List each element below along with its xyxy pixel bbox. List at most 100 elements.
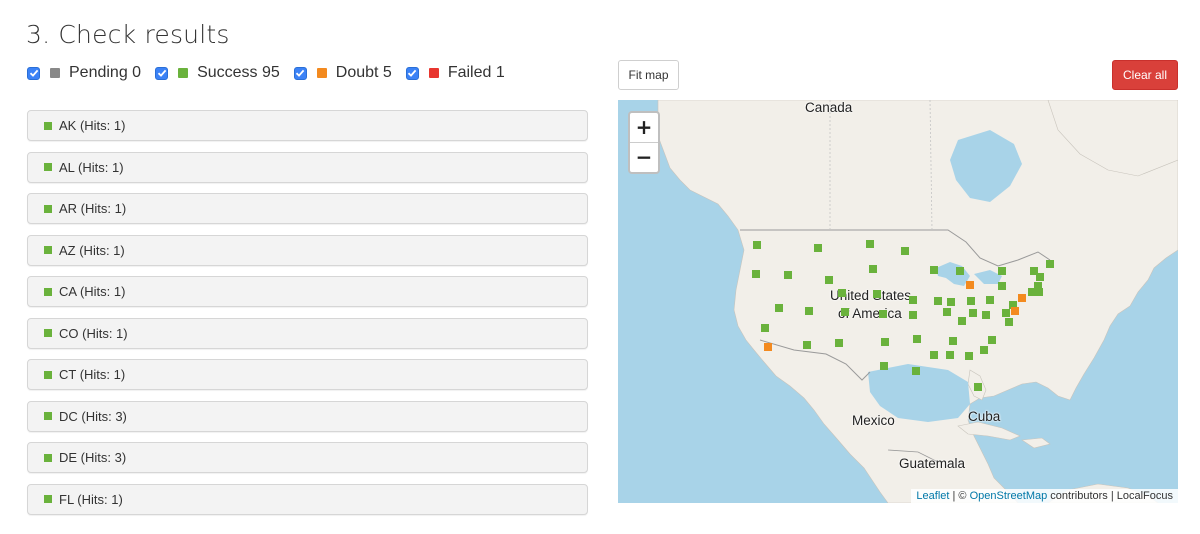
map-marker-success[interactable] — [879, 310, 887, 318]
leaflet-link[interactable]: Leaflet — [916, 490, 949, 502]
map-marker-success[interactable] — [761, 324, 769, 332]
result-label: DC (Hits: 3) — [59, 408, 127, 424]
openstreetmap-link[interactable]: OpenStreetMap — [970, 490, 1048, 502]
result-item-co[interactable]: CO (Hits: 1) — [27, 317, 588, 349]
result-label: AZ (Hits: 1) — [59, 242, 125, 258]
success-dot-icon — [44, 163, 52, 171]
map-marker-doubt[interactable] — [1011, 307, 1019, 315]
map-marker-success[interactable] — [998, 267, 1006, 275]
map-marker-success[interactable] — [965, 352, 973, 360]
results-map[interactable]: + − Canada United States of America Mexi… — [618, 100, 1178, 503]
map-marker-success[interactable] — [881, 338, 889, 346]
map-marker-success[interactable] — [775, 304, 783, 312]
map-marker-success[interactable] — [1002, 309, 1010, 317]
map-marker-success[interactable] — [956, 267, 964, 275]
map-marker-success[interactable] — [753, 241, 761, 249]
map-marker-success[interactable] — [969, 309, 977, 317]
map-marker-success[interactable] — [1036, 273, 1044, 281]
result-item-ca[interactable]: CA (Hits: 1) — [27, 276, 588, 307]
map-marker-success[interactable] — [949, 337, 957, 345]
map-marker-success[interactable] — [913, 335, 921, 343]
result-item-fl[interactable]: FL (Hits: 1) — [27, 483, 588, 515]
map-marker-success[interactable] — [986, 296, 994, 304]
doubt-checkbox[interactable] — [293, 66, 307, 80]
map-marker-success[interactable] — [930, 266, 938, 274]
map-marker-success[interactable] — [835, 339, 843, 347]
map-marker-success[interactable] — [1005, 318, 1013, 326]
map-marker-success[interactable] — [998, 282, 1006, 290]
results-list: AK (Hits: 1) AL (Hits: 1) AR (Hits: 1) A… — [27, 110, 588, 525]
map-marker-success[interactable] — [1035, 288, 1043, 296]
failed-swatch — [428, 68, 439, 78]
result-label: CA (Hits: 1) — [59, 284, 126, 299]
fit-map-button[interactable]: Fit map — [618, 60, 679, 90]
map-marker-success[interactable] — [980, 346, 988, 354]
success-dot-icon — [44, 329, 52, 337]
filter-success[interactable]: Success 95 — [155, 64, 280, 82]
success-dot-icon — [44, 204, 52, 213]
map-marker-success[interactable] — [814, 244, 822, 252]
page-title: 3. Check results — [26, 20, 230, 49]
success-dot-icon — [44, 246, 52, 254]
map-marker-success[interactable] — [805, 307, 813, 315]
result-label: CO (Hits: 1) — [59, 325, 128, 341]
map-marker-success[interactable] — [958, 317, 966, 325]
map-marker-success[interactable] — [974, 383, 982, 391]
map-marker-success[interactable] — [873, 290, 881, 298]
failed-checkbox[interactable] — [405, 66, 419, 80]
map-marker-success[interactable] — [752, 270, 760, 278]
pending-swatch — [50, 68, 60, 78]
map-marker-success[interactable] — [967, 297, 975, 305]
result-label: DE (Hits: 3) — [59, 450, 127, 465]
map-marker-doubt[interactable] — [966, 281, 974, 289]
map-marker-success[interactable] — [803, 341, 811, 349]
result-item-de[interactable]: DE (Hits: 3) — [27, 442, 588, 473]
filter-pending-label: Pending 0 — [69, 64, 142, 81]
map-marker-success[interactable] — [869, 265, 877, 273]
success-dot-icon — [44, 412, 52, 420]
zoom-in-button[interactable]: + — [630, 113, 658, 143]
pending-checkbox[interactable] — [27, 66, 40, 80]
map-marker-success[interactable] — [930, 351, 938, 359]
result-item-ct[interactable]: CT (Hits: 1) — [27, 359, 588, 390]
success-dot-icon — [44, 370, 52, 379]
map-marker-success[interactable] — [841, 308, 849, 316]
filter-pending[interactable]: Pending 0 — [27, 64, 141, 82]
map-attribution: Leaflet | © OpenStreetMap contributors |… — [911, 489, 1178, 503]
zoom-out-button[interactable]: − — [630, 143, 658, 173]
result-item-ak[interactable]: AK (Hits: 1) — [27, 110, 588, 141]
map-marker-success[interactable] — [880, 362, 888, 370]
result-item-ar[interactable]: AR (Hits: 1) — [27, 193, 588, 224]
map-marker-success[interactable] — [946, 351, 954, 359]
filter-failed[interactable]: Failed 1 — [405, 64, 505, 82]
map-marker-success[interactable] — [784, 271, 792, 279]
map-marker-success[interactable] — [988, 336, 996, 344]
map-marker-success[interactable] — [943, 308, 951, 316]
result-item-az[interactable]: AZ (Hits: 1) — [27, 234, 588, 266]
result-item-dc[interactable]: DC (Hits: 3) — [27, 400, 588, 432]
clear-all-button[interactable]: Clear all — [1112, 60, 1178, 90]
map-marker-success[interactable] — [909, 296, 917, 304]
map-marker-success[interactable] — [947, 298, 955, 306]
map-marker-success[interactable] — [901, 247, 909, 255]
success-checkbox[interactable] — [155, 66, 169, 80]
success-swatch — [178, 68, 189, 78]
filter-doubt-label: Doubt 5 — [335, 64, 392, 81]
map-marker-success[interactable] — [912, 367, 920, 375]
map-marker-success[interactable] — [838, 289, 846, 297]
map-marker-success[interactable] — [982, 311, 990, 319]
success-dot-icon — [44, 495, 52, 503]
zoom-control: + − — [628, 111, 660, 174]
map-label-guatemala: Guatemala — [899, 456, 966, 471]
result-label: AR (Hits: 1) — [59, 201, 127, 216]
map-marker-success[interactable] — [866, 240, 874, 248]
map-marker-success[interactable] — [1046, 260, 1054, 268]
map-marker-success[interactable] — [934, 297, 942, 305]
result-label: AK (Hits: 1) — [59, 118, 126, 133]
result-item-al[interactable]: AL (Hits: 1) — [27, 151, 588, 183]
map-marker-doubt[interactable] — [1018, 294, 1026, 302]
map-marker-doubt[interactable] — [764, 343, 772, 351]
filter-doubt[interactable]: Doubt 5 — [293, 64, 392, 82]
map-marker-success[interactable] — [825, 276, 833, 284]
map-marker-success[interactable] — [909, 311, 917, 319]
